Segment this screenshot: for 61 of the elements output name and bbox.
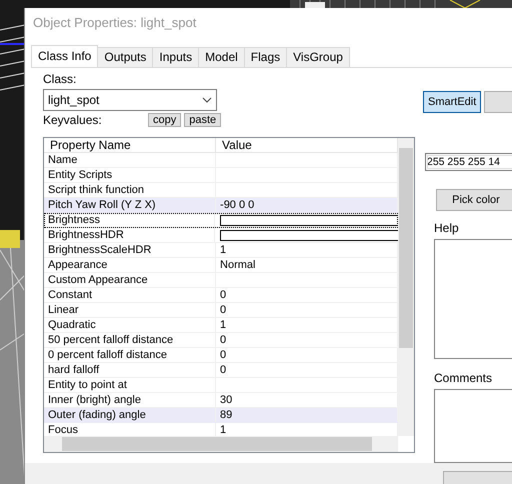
property-row[interactable]: Pitch Yaw Roll (Y Z X) -90 0 0	[44, 198, 398, 213]
value-field[interactable]	[220, 230, 398, 241]
column-header[interactable]: Property Name	[44, 138, 216, 152]
comments-label: Comments	[434, 370, 494, 385]
smart-edit-button[interactable]: SmartEdit	[423, 90, 482, 113]
vertical-scrollbar[interactable]	[398, 138, 414, 436]
window-title: Object Properties: light_spot	[32, 14, 198, 32]
property-name: Appearance	[44, 258, 216, 272]
tab[interactable]: VisGroup	[286, 46, 350, 67]
property-name: Entity Scripts	[44, 168, 216, 182]
property-row[interactable]: Entity to point at	[44, 378, 398, 393]
property-name: Pitch Yaw Roll (Y Z X)	[44, 198, 216, 212]
keyvalues-label: Keyvalues:	[43, 112, 103, 127]
property-name: Brightness	[44, 212, 215, 227]
tab[interactable]: Inputs	[152, 46, 200, 67]
property-name: Constant	[44, 288, 216, 302]
value-field[interactable]	[220, 214, 398, 226]
copy-button[interactable]: copy	[148, 112, 182, 127]
property-name: Entity to point at	[44, 378, 216, 392]
property-name: Linear	[44, 302, 216, 317]
property-row[interactable]: 0 percent falloff distance 0	[44, 348, 398, 363]
property-name: Name	[44, 152, 216, 167]
pick-color-button[interactable]: Pick color	[436, 188, 512, 211]
property-row[interactable]: Script think function	[44, 182, 398, 198]
property-name: Outer (fading) angle	[44, 408, 216, 422]
property-row[interactable]: Brightness	[44, 212, 398, 228]
property-row[interactable]: Name	[44, 152, 398, 168]
tab[interactable]: Flags	[244, 46, 288, 67]
property-row[interactable]: Entity Scripts	[44, 168, 398, 183]
class-label: Class:	[43, 72, 78, 86]
property-row[interactable]: Custom Appearance	[44, 272, 398, 288]
button[interactable]	[484, 90, 512, 113]
property-row[interactable]: 50 percent falloff distance 0	[44, 332, 398, 348]
comments-field[interactable]	[434, 388, 512, 463]
property-row[interactable]: Appearance Normal	[44, 258, 398, 273]
help-label: Help	[434, 220, 460, 235]
property-row[interactable]: Quadratic 1	[44, 318, 398, 333]
property-name: BrightnessScaleHDR	[44, 242, 216, 257]
tab[interactable]: Model	[198, 46, 245, 67]
property-name: Custom Appearance	[44, 272, 216, 287]
property-row[interactable]: hard falloff 0	[44, 362, 398, 378]
horizontal-scrollbar[interactable]	[44, 436, 398, 452]
class-dropdown[interactable]: light_spot	[43, 88, 217, 111]
property-name: Quadratic	[44, 318, 216, 332]
property-row[interactable]: Inner (bright) angle 30	[44, 392, 398, 408]
tab[interactable]: Outputs	[97, 46, 154, 67]
property-name: 50 percent falloff distance	[44, 332, 216, 347]
chevron-down-icon	[202, 96, 212, 103]
property-name: hard falloff	[44, 362, 216, 377]
property-row[interactable]: BrightnessHDR	[44, 228, 398, 243]
property-row[interactable]: Linear 0	[44, 302, 398, 318]
property-row[interactable]: Constant 0	[44, 288, 398, 303]
paste-button[interactable]: paste	[184, 112, 222, 127]
property-row[interactable]: BrightnessScaleHDR 1	[44, 242, 398, 258]
property-name: Inner (bright) angle	[44, 392, 216, 407]
property-name: Script think function	[44, 182, 216, 197]
property-row[interactable]: Outer (fading) angle 89	[44, 408, 398, 423]
tab[interactable]: Class Info	[31, 44, 98, 67]
property-name: BrightnessHDR	[44, 228, 215, 242]
property-name: 0 percent falloff distance	[44, 348, 216, 362]
value-input[interactable]: 255 255 255 14	[425, 152, 512, 171]
